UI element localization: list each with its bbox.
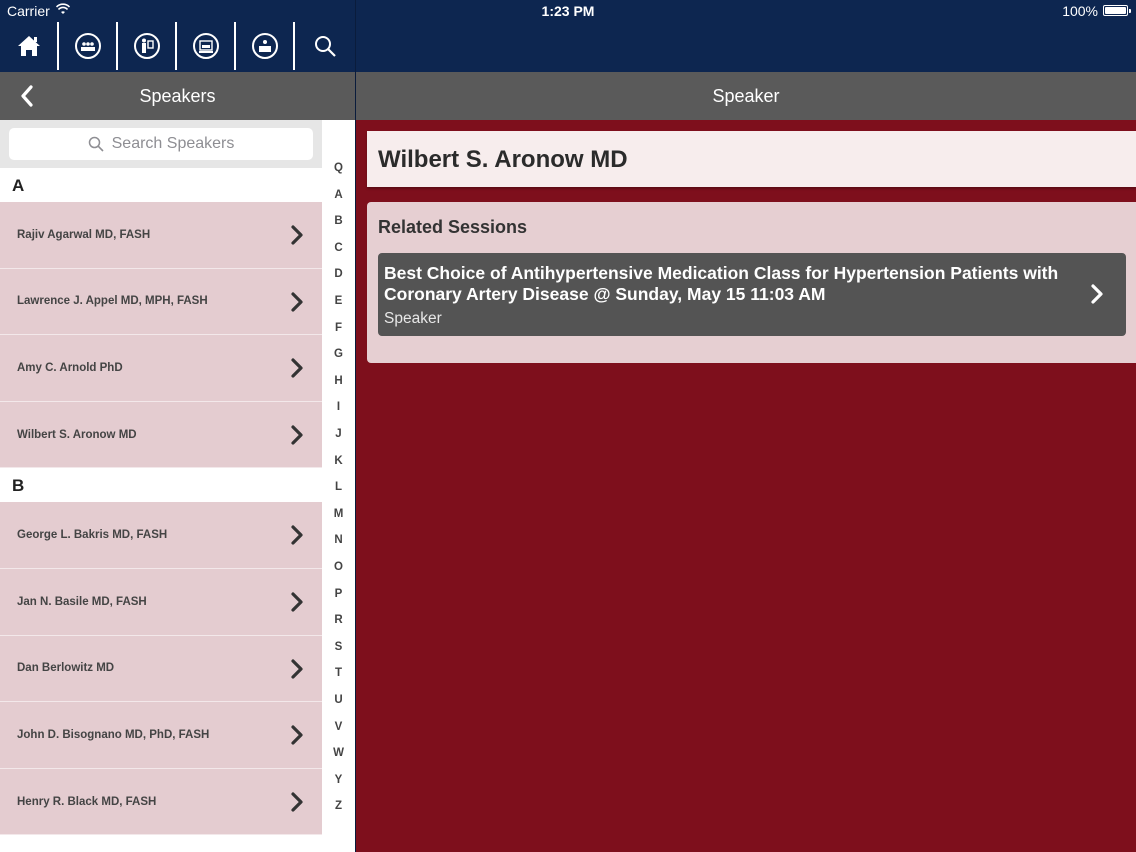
chevron-right-icon bbox=[291, 725, 303, 745]
detail-title: Speaker bbox=[712, 86, 780, 106]
detail-navbar: Speaker bbox=[356, 72, 1136, 120]
speaker-row[interactable]: Jan N. Basile MD, FASH bbox=[0, 568, 322, 636]
master-navbar: Speakers bbox=[0, 72, 355, 120]
speaker-list[interactable]: Search Speakers A Rajiv Agarwal MD, FASH L… bbox=[0, 120, 322, 852]
speaker-name-card: Wilbert S. Aronow MD bbox=[367, 131, 1136, 187]
chevron-right-icon bbox=[291, 792, 303, 812]
related-sessions-heading: Related Sessions bbox=[378, 217, 528, 237]
index-letter[interactable]: R bbox=[322, 614, 355, 626]
speaker-row[interactable]: Rajiv Agarwal MD, FASH bbox=[0, 202, 322, 269]
index-letter[interactable]: L bbox=[322, 481, 355, 493]
speaker-row[interactable]: Amy C. Arnold PhD bbox=[0, 335, 322, 402]
main-toolbar bbox=[0, 22, 355, 70]
index-letter[interactable]: Q bbox=[322, 162, 355, 174]
index-letter[interactable]: A bbox=[322, 189, 355, 201]
exhibitors-icon bbox=[251, 33, 278, 59]
search-input[interactable]: Search Speakers bbox=[9, 128, 313, 160]
speaker-row[interactable]: George L. Bakris MD, FASH bbox=[0, 502, 322, 569]
chevron-right-icon bbox=[291, 358, 303, 378]
session-role: Speaker bbox=[384, 310, 442, 327]
battery-percent: 100% bbox=[1062, 3, 1098, 19]
speaker-row[interactable]: Dan Berlowitz MD bbox=[0, 635, 322, 703]
magnifier-icon bbox=[88, 136, 104, 152]
session-item[interactable]: Best Choice of Antihypertensive Medicati… bbox=[378, 253, 1126, 336]
speaker-row-name: Wilbert S. Aronow MD bbox=[17, 428, 137, 441]
schedule-icon bbox=[192, 33, 219, 59]
session-title: Best Choice of Antihypertensive Medicati… bbox=[384, 263, 1059, 304]
index-letter[interactable]: S bbox=[322, 641, 355, 653]
index-letter[interactable]: O bbox=[322, 561, 355, 573]
speaker-row-name: Rajiv Agarwal MD, FASH bbox=[17, 228, 151, 241]
index-letter[interactable]: F bbox=[322, 322, 355, 334]
speaker-row[interactable]: Henry R. Black MD, FASH bbox=[0, 768, 322, 836]
status-bar: Carrier 1:23 PM 100% bbox=[0, 0, 1136, 22]
chevron-right-icon bbox=[291, 225, 303, 245]
home-button[interactable] bbox=[0, 22, 59, 70]
chevron-right-icon bbox=[1091, 284, 1103, 304]
chevron-right-icon bbox=[291, 525, 303, 545]
speaker-row-name: Amy C. Arnold PhD bbox=[17, 361, 123, 374]
speaker-row[interactable]: Lawrence J. Appel MD, MPH, FASH bbox=[0, 268, 322, 336]
split-divider bbox=[355, 0, 356, 852]
chevron-right-icon bbox=[291, 658, 303, 679]
speaker-row-name: Dan Berlowitz MD bbox=[17, 662, 115, 675]
index-letter[interactable]: J bbox=[322, 428, 355, 440]
speaker-row-name: George L. Bakris MD, FASH bbox=[17, 529, 168, 542]
exhibitors-button[interactable] bbox=[236, 22, 295, 70]
clock: 1:23 PM bbox=[541, 3, 595, 19]
index-letter[interactable]: N bbox=[322, 534, 355, 546]
index-letter[interactable]: Y bbox=[322, 774, 355, 786]
related-sessions-panel: Related Sessions Best Choice of Antihype… bbox=[367, 202, 1136, 363]
speaker-list-body: A Rajiv Agarwal MD, FASH Lawrence J. Appel… bbox=[0, 168, 322, 836]
section-header: A bbox=[0, 168, 322, 202]
speakers-button[interactable] bbox=[59, 22, 118, 70]
index-letter[interactable]: C bbox=[322, 242, 355, 254]
chevron-right-icon bbox=[291, 291, 303, 312]
home-icon bbox=[17, 36, 40, 56]
schedule-button[interactable] bbox=[177, 22, 236, 70]
index-letter[interactable]: Z bbox=[322, 800, 355, 812]
search-placeholder: Search Speakers bbox=[111, 135, 235, 152]
index-letter[interactable]: T bbox=[322, 667, 355, 679]
index-letter[interactable]: V bbox=[322, 721, 355, 733]
speaker-row-name: John D. Bisognano MD, PhD, FASH bbox=[17, 728, 210, 741]
presenter-button[interactable] bbox=[118, 22, 177, 70]
speaker-name: Wilbert S. Aronow MD bbox=[378, 146, 628, 173]
speaker-row[interactable]: Wilbert S. Aronow MD bbox=[0, 401, 322, 469]
speaker-row-name: Lawrence J. Appel MD, MPH, FASH bbox=[17, 295, 208, 308]
index-letter[interactable]: W bbox=[322, 747, 355, 759]
index-letter[interactable]: U bbox=[322, 694, 355, 706]
index-letter[interactable]: G bbox=[322, 348, 355, 360]
index-letter[interactable]: P bbox=[322, 588, 355, 600]
index-letter[interactable]: M bbox=[322, 508, 355, 520]
speaker-row[interactable]: John D. Bisognano MD, PhD, FASH bbox=[0, 702, 322, 769]
search-bar: Search Speakers bbox=[0, 120, 322, 168]
chevron-right-icon bbox=[291, 425, 303, 445]
index-letter[interactable]: D bbox=[322, 268, 355, 280]
speakers-icon bbox=[74, 33, 101, 59]
index-letter[interactable]: H bbox=[322, 375, 355, 387]
index-letter[interactable]: E bbox=[322, 295, 355, 307]
speaker-row-name: Henry R. Black MD, FASH bbox=[17, 795, 157, 808]
chevron-right-icon bbox=[291, 592, 303, 612]
section-header: B bbox=[0, 468, 322, 503]
index-letter[interactable]: I bbox=[322, 401, 355, 413]
top-header: Carrier 1:23 PM 100% bbox=[0, 0, 1136, 72]
global-search-button[interactable] bbox=[295, 22, 354, 70]
battery-icon bbox=[1103, 5, 1131, 16]
index-letter[interactable]: K bbox=[322, 455, 355, 467]
speaker-row-name: Jan N. Basile MD, FASH bbox=[17, 595, 147, 608]
presenter-icon bbox=[133, 33, 160, 59]
master-title: Speakers bbox=[139, 86, 216, 106]
search-icon bbox=[314, 36, 336, 57]
section-index[interactable]: Q A B C D E F G H I J K L M N O P R S T U V W Y Z bbox=[322, 120, 355, 852]
index-letter[interactable]: B bbox=[322, 215, 355, 227]
